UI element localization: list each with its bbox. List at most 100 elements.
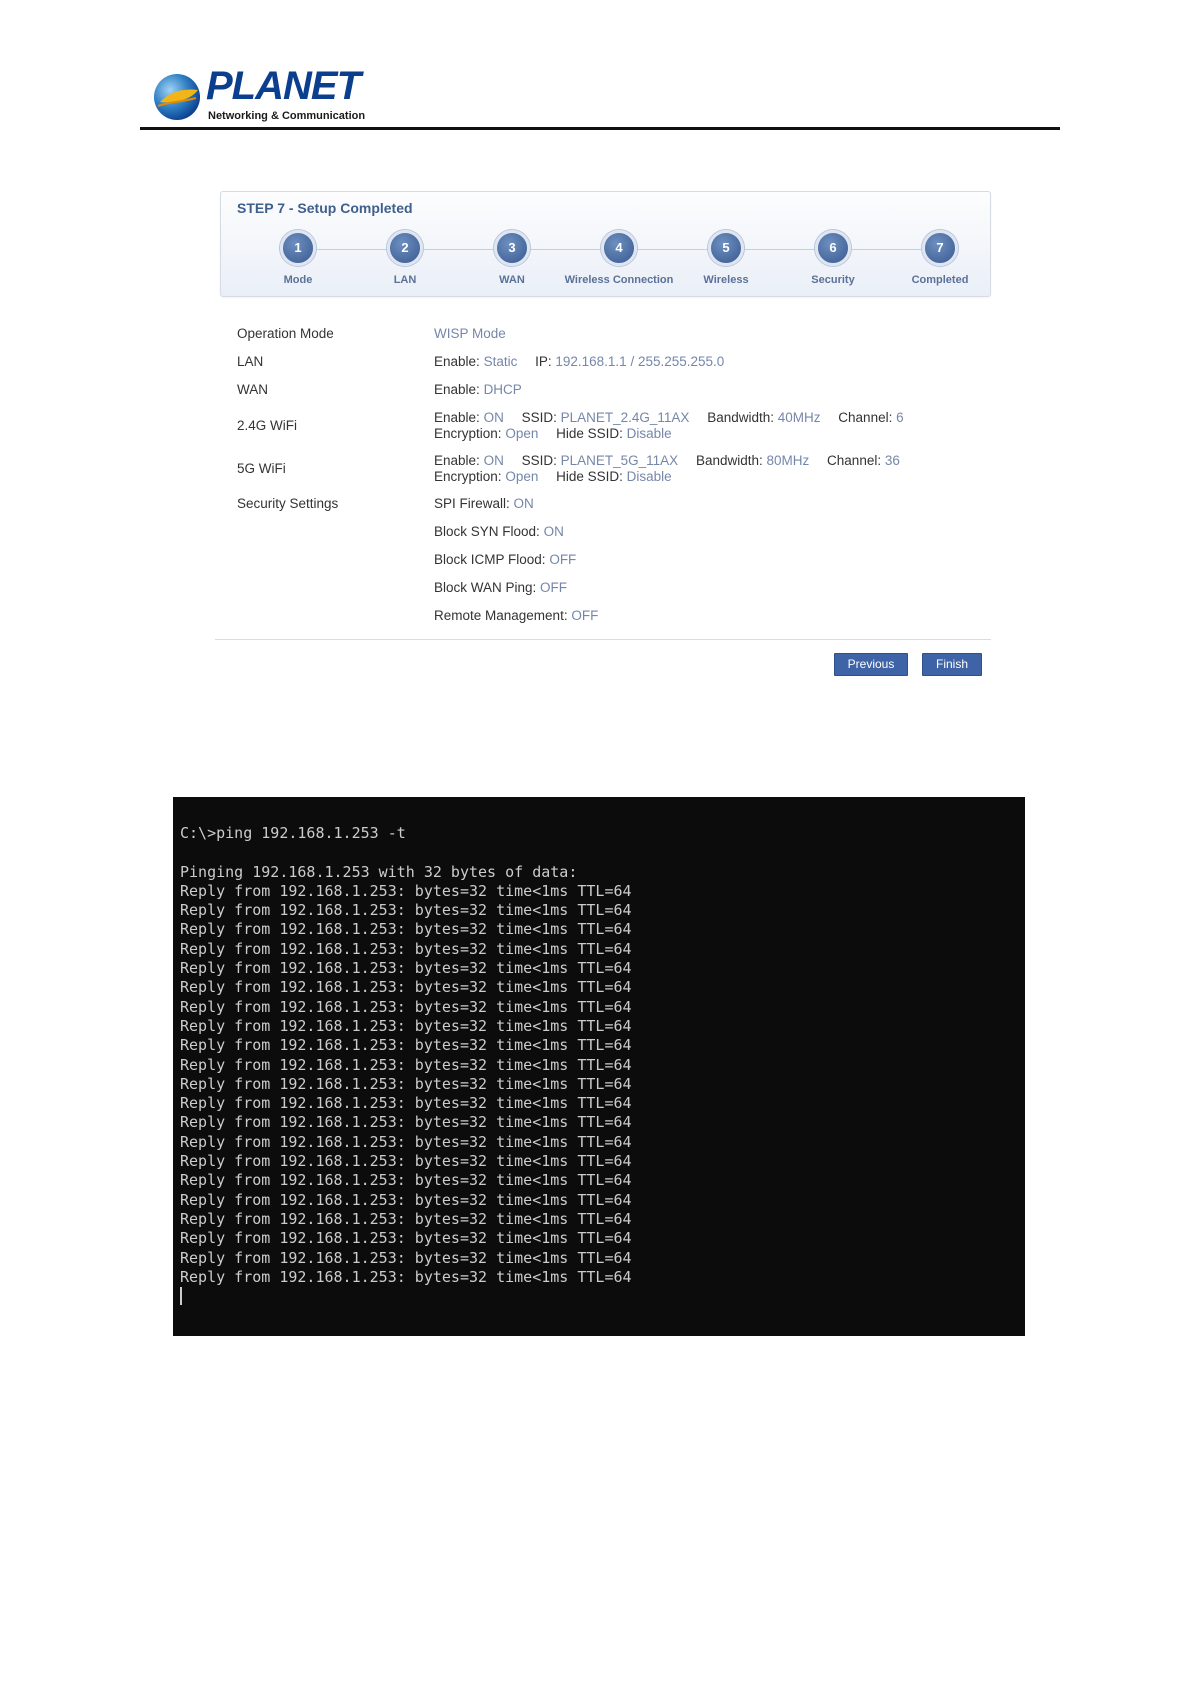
row-label: 5G WiFi	[237, 461, 286, 476]
security-item-value: OFF	[549, 552, 577, 567]
terminal-reply-line: Reply from 192.168.1.253: bytes=32 time<…	[180, 997, 632, 1016]
terminal-reply-line: Reply from 192.168.1.253: bytes=32 time<…	[180, 1094, 632, 1113]
step-label: WAN	[499, 274, 525, 286]
wan-enable-value: DHCP	[483, 382, 522, 397]
step-number-badge: 4	[601, 230, 637, 266]
wifi24-hide-ssid-label: Hide SSID:	[556, 426, 623, 441]
terminal-reply-line: Reply from 192.168.1.253: bytes=32 time<…	[180, 1171, 632, 1190]
text-cursor	[180, 1287, 182, 1306]
security-item-label: Block SYN Flood:	[434, 524, 540, 539]
wizard-step-wireless-connection[interactable]: 4 Wireless Connection	[559, 230, 679, 286]
step-label: Mode	[283, 274, 313, 286]
header-divider	[140, 127, 1060, 130]
terminal-output: C:\>ping 192.168.1.253 -t Pinging 192.16…	[180, 824, 632, 1307]
planet-logo: PLANET Networking & Communication	[152, 64, 365, 126]
step-number-badge: 3	[494, 230, 530, 266]
security-item: Remote Management: OFF	[434, 608, 598, 623]
step-number-badge: 1	[280, 230, 316, 266]
wifi5-encryption-label: Encryption:	[434, 469, 502, 484]
brand-tagline: Networking & Communication	[208, 110, 366, 122]
wifi24-ssid-value: PLANET_2.4G_11AX	[560, 410, 690, 425]
step-number-badge: 6	[815, 230, 851, 266]
security-item: Block WAN Ping: OFF	[434, 580, 567, 595]
wizard-step-mode[interactable]: 1 Mode	[238, 230, 358, 286]
row-label: Operation Mode	[237, 326, 334, 341]
security-item-label: Block ICMP Flood:	[434, 552, 546, 567]
wifi24-hide-ssid-value: Disable	[626, 426, 672, 441]
wifi24-bandwidth-label: Bandwidth:	[707, 410, 774, 425]
wan-enable-label: Enable:	[434, 382, 480, 397]
wifi5-bandwidth-label: Bandwidth:	[695, 453, 763, 468]
lan-enable-value: Static	[483, 354, 518, 369]
command-prompt-window[interactable]: C:\>ping 192.168.1.253 -t Pinging 192.16…	[173, 797, 1025, 1336]
terminal-reply-line: Reply from 192.168.1.253: bytes=32 time<…	[180, 901, 632, 920]
security-item-label: Remote Management:	[434, 608, 568, 623]
row-label: 2.4G WiFi	[237, 418, 298, 433]
wifi5-bandwidth-value: 80MHz	[766, 453, 810, 468]
security-item: Block ICMP Flood: OFF	[434, 552, 576, 567]
wizard-progress-panel: STEP 7 - Setup Completed 1 Mode 2 LAN 3 …	[220, 191, 991, 297]
terminal-reply-line: Reply from 192.168.1.253: bytes=32 time<…	[180, 1190, 632, 1209]
security-item-value: OFF	[540, 580, 568, 595]
previous-button[interactable]: Previous	[834, 653, 908, 676]
row-label: Security Settings	[237, 496, 339, 511]
finish-button[interactable]: Finish	[922, 653, 982, 676]
terminal-reply-line: Reply from 192.168.1.253: bytes=32 time<…	[180, 1016, 632, 1035]
step-label: Wireless	[703, 274, 749, 286]
wifi5-enable-value: ON	[483, 453, 504, 468]
wifi24-channel-label: Channel:	[838, 410, 893, 425]
terminal-reply-line: Reply from 192.168.1.253: bytes=32 time<…	[180, 1132, 632, 1151]
wifi24-enable-value: ON	[483, 410, 504, 425]
terminal-reply-line: Reply from 192.168.1.253: bytes=32 time<…	[180, 1267, 632, 1286]
wifi24-encryption-value: Open	[505, 426, 539, 441]
wizard-step-wireless[interactable]: 5 Wireless	[666, 230, 786, 286]
terminal-reply-line: Reply from 192.168.1.253: bytes=32 time<…	[180, 1248, 632, 1267]
form-divider	[215, 639, 991, 640]
step-number-badge: 7	[922, 230, 958, 266]
terminal-reply-line: Reply from 192.168.1.253: bytes=32 time<…	[180, 978, 632, 997]
wizard-step-wan[interactable]: 3 WAN	[452, 230, 572, 286]
step-number-badge: 2	[387, 230, 423, 266]
wizard-title: STEP 7 - Setup Completed	[237, 200, 413, 216]
terminal-reply-line: Reply from 192.168.1.253: bytes=32 time<…	[180, 1152, 632, 1171]
step-label: Wireless Connection	[564, 274, 674, 286]
security-item-label: Block WAN Ping:	[434, 580, 537, 595]
terminal-replies: Reply from 192.168.1.253: bytes=32 time<…	[180, 882, 632, 1286]
step-label: Completed	[911, 274, 969, 286]
wifi24-ssid-label: SSID:	[521, 410, 557, 425]
wifi5-encryption-value: Open	[505, 469, 539, 484]
terminal-reply-line: Reply from 192.168.1.253: bytes=32 time<…	[180, 1055, 632, 1074]
wifi24-encryption-label: Encryption:	[434, 426, 502, 441]
wifi5-ssid-label: SSID:	[521, 453, 557, 468]
terminal-reply-line: Reply from 192.168.1.253: bytes=32 time<…	[180, 881, 632, 900]
row-label: LAN	[237, 354, 264, 369]
wifi5-hide-ssid-value: Disable	[626, 469, 672, 484]
wifi5-channel-label: Channel:	[827, 453, 882, 468]
wifi5-enable-label: Enable:	[434, 453, 480, 468]
step-label: Security	[811, 274, 855, 286]
terminal-reply-line: Reply from 192.168.1.253: bytes=32 time<…	[180, 939, 632, 958]
step-label: LAN	[393, 274, 417, 286]
security-item: Block SYN Flood: ON	[434, 524, 564, 539]
wizard-step-lan[interactable]: 2 LAN	[345, 230, 465, 286]
lan-ip-label: IP:	[535, 354, 552, 369]
terminal-reply-line: Reply from 192.168.1.253: bytes=32 time<…	[180, 1113, 632, 1132]
terminal-reply-line: Reply from 192.168.1.253: bytes=32 time<…	[180, 920, 632, 939]
security-item-value: ON	[543, 524, 564, 539]
wifi24-bandwidth-value: 40MHz	[777, 410, 821, 425]
globe-icon	[154, 74, 200, 120]
terminal-command: C:\>ping 192.168.1.253 -t	[180, 824, 406, 842]
security-item: SPI Firewall: ON	[434, 496, 534, 511]
wizard-step-security[interactable]: 6 Security	[773, 230, 893, 286]
operation-mode-value: WISP Mode	[434, 326, 506, 341]
terminal-reply-line: Reply from 192.168.1.253: bytes=32 time<…	[180, 1036, 632, 1055]
terminal-reply-line: Reply from 192.168.1.253: bytes=32 time<…	[180, 959, 632, 978]
lan-ip-value: 192.168.1.1 / 255.255.255.0	[555, 354, 725, 369]
security-item-label: SPI Firewall:	[434, 496, 510, 511]
wifi5-ssid-value: PLANET_5G_11AX	[560, 453, 679, 468]
wifi24-enable-label: Enable:	[434, 410, 480, 425]
step-number-badge: 5	[708, 230, 744, 266]
wizard-step-completed[interactable]: 7 Completed	[880, 230, 1000, 286]
terminal-reply-line: Reply from 192.168.1.253: bytes=32 time<…	[180, 1209, 632, 1228]
row-label: WAN	[237, 382, 268, 397]
